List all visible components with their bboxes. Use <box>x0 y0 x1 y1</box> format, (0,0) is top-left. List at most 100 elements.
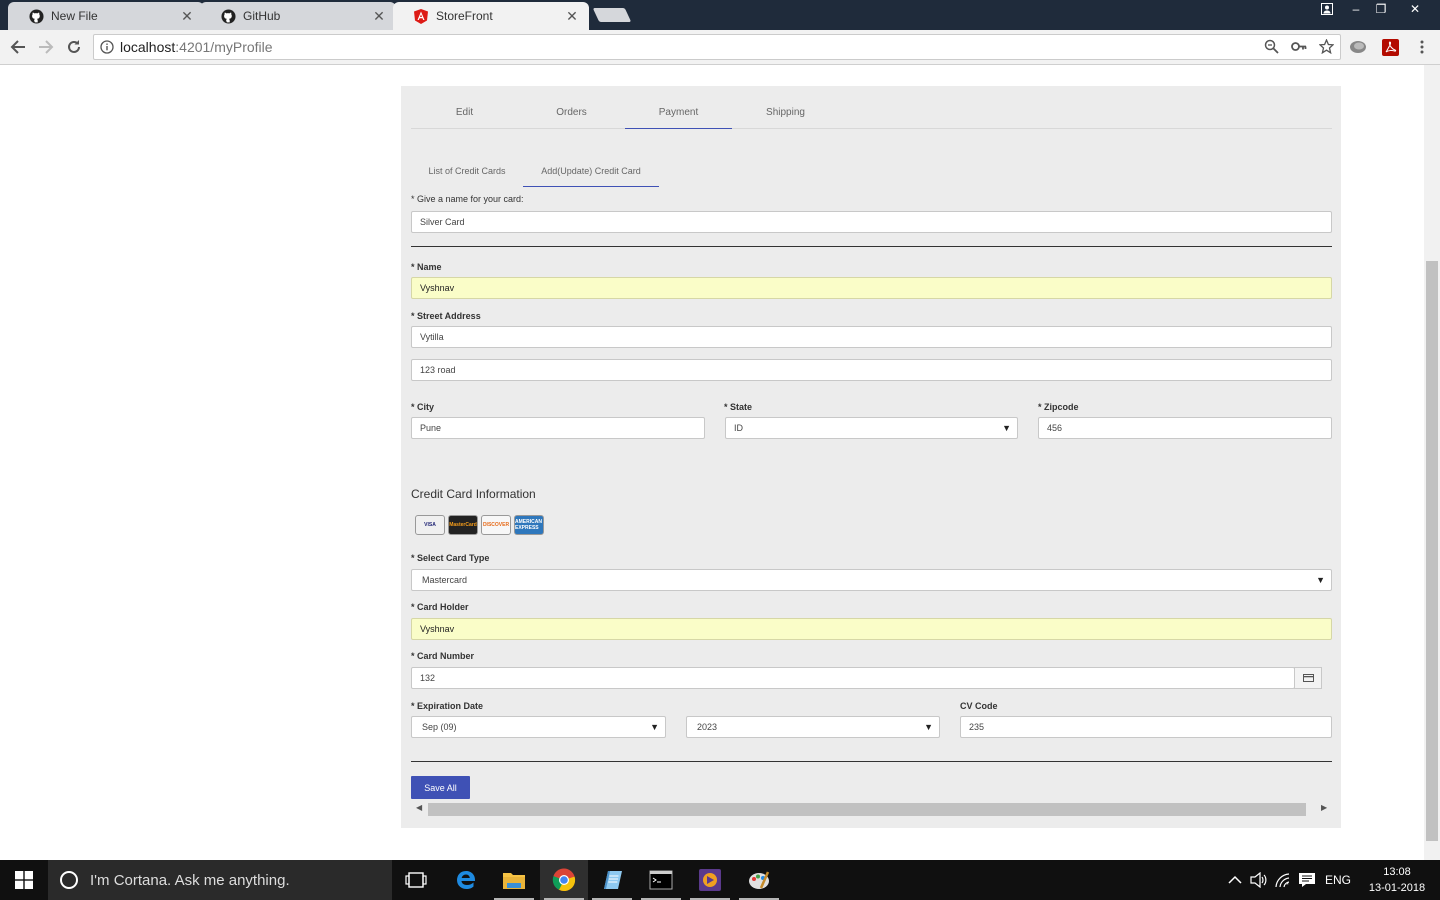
card-name-input[interactable]: Silver Card <box>411 211 1332 233</box>
profile-tabs: Edit Orders Payment Shipping <box>411 96 1332 129</box>
chevron-down-icon: ▼ <box>1002 423 1011 433</box>
street-address-line2-input[interactable]: 123 road <box>411 359 1332 381</box>
command-prompt-icon[interactable] <box>637 860 685 900</box>
card-type-value: Mastercard <box>422 575 468 585</box>
angular-icon <box>413 8 429 24</box>
vertical-scrollbar[interactable] <box>1424 65 1440 860</box>
state-label: * State <box>724 402 753 412</box>
address-bar[interactable]: localhost:4201/myProfile <box>93 34 1341 60</box>
close-icon[interactable]: ✕ <box>180 8 194 25</box>
zipcode-input[interactable]: 456 <box>1038 417 1332 439</box>
url-host: localhost <box>120 39 176 55</box>
edge-browser-icon[interactable] <box>442 860 490 900</box>
notepad-icon[interactable] <box>588 860 636 900</box>
city-label: * City <box>411 402 435 412</box>
browser-tab-storefront[interactable]: StoreFront ✕ <box>393 2 589 30</box>
pdf-extension-icon[interactable] <box>1380 38 1400 56</box>
new-tab-button[interactable] <box>592 8 632 22</box>
action-center-icon[interactable] <box>1298 860 1316 900</box>
card-name-label: * Give a name for your card: <box>411 194 524 204</box>
state-value: ID <box>734 423 743 433</box>
horizontal-scrollbar[interactable]: ◀ ▶ <box>411 802 1332 816</box>
browser-tab-github[interactable]: GitHub ✕ <box>200 2 396 30</box>
amex-logo-icon: AMERICAN EXPRESS <box>514 515 544 535</box>
windows-start-button[interactable] <box>0 860 48 900</box>
save-all-button[interactable]: Save All <box>411 776 470 799</box>
restore-button[interactable]: ❐ <box>1367 0 1395 18</box>
divider <box>411 761 1332 762</box>
close-icon[interactable]: ✕ <box>565 8 579 25</box>
close-icon[interactable]: ✕ <box>372 8 386 25</box>
input-language[interactable]: ENG <box>1325 860 1351 900</box>
zoom-icon[interactable] <box>1264 39 1279 57</box>
exp-year-value: 2023 <box>697 722 718 732</box>
media-app-icon[interactable] <box>686 860 734 900</box>
info-icon[interactable] <box>94 40 120 54</box>
key-icon[interactable] <box>1291 39 1307 57</box>
card-type-label: * Select Card Type <box>411 553 490 563</box>
zipcode-label: * Zipcode <box>1038 402 1079 412</box>
system-clock[interactable]: 13:08 13-01-2018 <box>1366 864 1428 896</box>
forward-button[interactable] <box>34 36 58 58</box>
name-label: * Name <box>411 262 442 272</box>
file-explorer-icon[interactable] <box>490 860 538 900</box>
mastercard-logo-icon: MasterCard <box>448 515 478 535</box>
extension-icon[interactable] <box>1348 38 1368 56</box>
cortana-placeholder: I'm Cortana. Ask me anything. <box>90 871 290 889</box>
divider <box>411 246 1332 247</box>
cv-code-input[interactable]: 235 <box>960 716 1332 738</box>
tab-add-update-credit-card[interactable]: Add(Update) Credit Card <box>523 155 659 187</box>
tab-payment[interactable]: Payment <box>625 96 732 129</box>
cortana-icon <box>60 871 78 889</box>
github-icon <box>28 8 44 24</box>
street-address-label: * Street Address <box>411 311 481 321</box>
city-input[interactable]: Pune <box>411 417 705 439</box>
paint-icon[interactable] <box>735 860 783 900</box>
cortana-search-box[interactable]: I'm Cortana. Ask me anything. <box>48 860 392 900</box>
menu-icon[interactable] <box>1412 38 1432 56</box>
reload-button[interactable] <box>62 36 86 58</box>
tab-list-credit-cards[interactable]: List of Credit Cards <box>411 155 523 187</box>
chevron-down-icon: ▼ <box>1316 575 1325 585</box>
bookmark-star-icon[interactable] <box>1318 38 1335 57</box>
credit-card-section-title: Credit Card Information <box>411 487 536 501</box>
profile-icon[interactable] <box>1313 0 1341 18</box>
browser-tabstrip: New File ✕ GitHub ✕ StoreFront ✕ – ❐ ✕ <box>0 0 1440 30</box>
network-icon[interactable]: * <box>1274 860 1292 900</box>
card-holder-input[interactable]: Vyshnav <box>411 618 1332 640</box>
volume-icon[interactable] <box>1250 860 1268 900</box>
scrollbar-thumb[interactable] <box>1426 261 1438 841</box>
scrollbar-thumb[interactable] <box>428 803 1306 816</box>
chevron-down-icon: ▼ <box>924 722 933 732</box>
browser-tab-new-file[interactable]: New File ✕ <box>8 2 204 30</box>
browser-toolbar: localhost:4201/myProfile <box>0 30 1440 65</box>
scroll-right-arrow-icon[interactable]: ▶ <box>1321 803 1327 812</box>
profile-panel: Edit Orders Payment Shipping List of Cre… <box>401 86 1341 828</box>
minimize-button[interactable]: – <box>1342 0 1370 18</box>
chrome-icon[interactable] <box>540 860 588 900</box>
name-input[interactable]: Vyshnav <box>411 277 1332 299</box>
tab-edit[interactable]: Edit <box>411 96 518 129</box>
state-select[interactable]: ID ▼ <box>725 417 1018 439</box>
payment-subtabs: List of Credit Cards Add(Update) Credit … <box>411 155 1332 187</box>
chevron-down-icon: ▼ <box>650 722 659 732</box>
back-button[interactable] <box>6 36 30 58</box>
task-view-icon[interactable] <box>392 860 440 900</box>
clock-date: 13-01-2018 <box>1368 882 1426 894</box>
credit-card-icon[interactable] <box>1294 667 1322 689</box>
show-hidden-icons-button[interactable] <box>1228 860 1242 900</box>
tab-label: New File <box>51 9 98 23</box>
windows-taskbar: I'm Cortana. Ask me anything. * ENG 13:0… <box>0 860 1440 900</box>
scroll-left-arrow-icon[interactable]: ◀ <box>416 803 422 812</box>
card-number-input[interactable]: 132 <box>411 667 1295 689</box>
discover-logo-icon: DISCOVER <box>481 515 511 535</box>
exp-month-select[interactable]: Sep (09) ▼ <box>411 716 666 738</box>
close-window-button[interactable]: ✕ <box>1400 0 1430 18</box>
exp-year-select[interactable]: 2023 ▼ <box>686 716 940 738</box>
page-viewport: Edit Orders Payment Shipping List of Cre… <box>0 65 1424 860</box>
tab-orders[interactable]: Orders <box>518 96 625 129</box>
street-address-line1-input[interactable]: Vytilla <box>411 326 1332 348</box>
tab-shipping[interactable]: Shipping <box>732 96 839 129</box>
card-holder-label: * Card Holder <box>411 602 469 612</box>
card-type-select[interactable]: Mastercard ▼ <box>411 569 1332 591</box>
